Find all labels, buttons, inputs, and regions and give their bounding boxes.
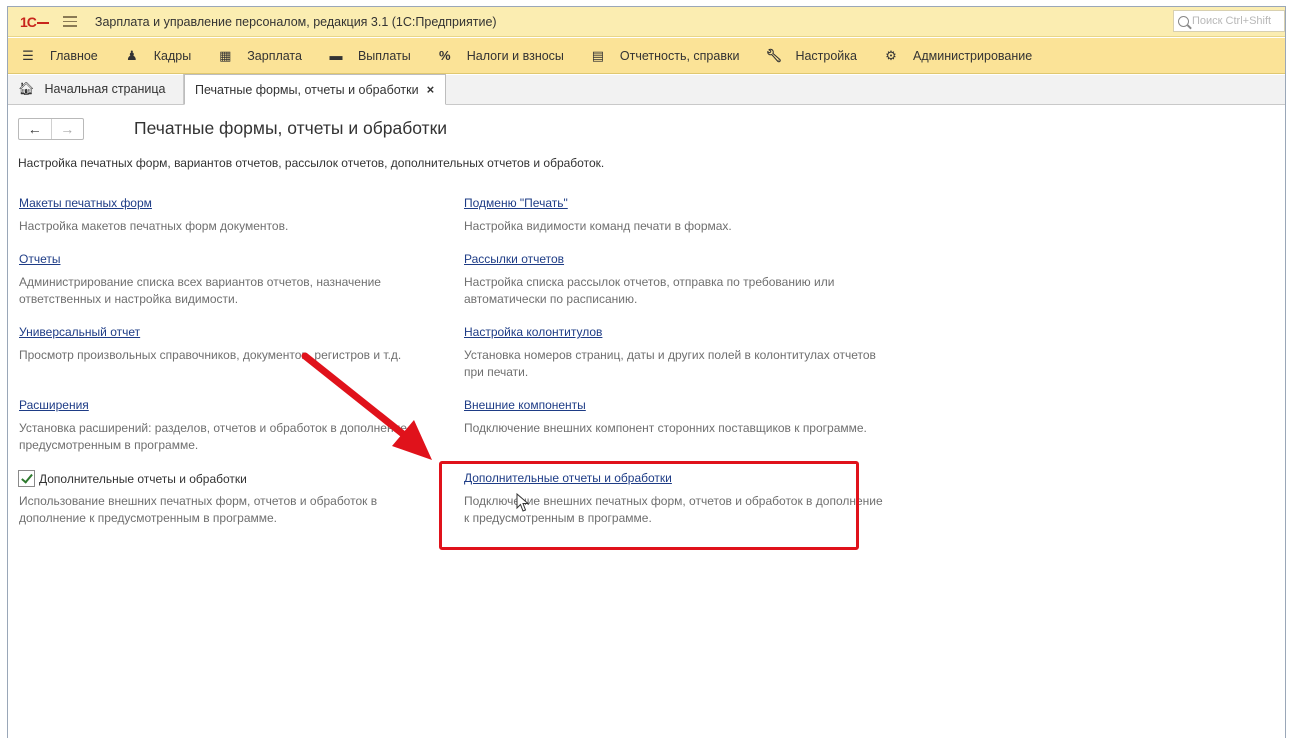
menu-item-label: Зарплата (247, 48, 302, 63)
menu-item-personnel[interactable]: ♟ Кадры (112, 38, 205, 73)
page-title: Печатные формы, отчеты и обработки (134, 118, 448, 138)
forward-arrow-icon[interactable]: → (50, 119, 84, 139)
additional-reports-checkbox[interactable] (18, 470, 35, 487)
tab-print-forms-label: Печатные формы, отчеты и обработки (195, 82, 419, 97)
cash-icon: ▬ (329, 48, 343, 63)
desc-print-templates: Настройка макетов печатных форм документ… (19, 219, 289, 233)
menu-lines-icon: ☰ (22, 47, 34, 63)
menu-item-settings[interactable]: 🔧︎ Настройка (753, 38, 871, 73)
desc-universal-report: Просмотр произвольных справочников, доку… (19, 348, 402, 362)
link-universal-report[interactable]: Универсальный отчет (19, 325, 140, 339)
people-icon: ♟ (125, 47, 138, 63)
tab-home-label: Начальная страница (44, 82, 166, 96)
desc-reports: Администрирование списка всех вариантов … (19, 275, 381, 306)
section-menu: ☰ Главное ♟ Кадры ▦ Зарплата ▬ Выплаты %… (8, 38, 1285, 74)
menu-item-salary[interactable]: ▦ Зарплата (205, 38, 316, 73)
history-nav: ← → (18, 118, 84, 140)
menu-item-label: Отчетность, справки (619, 48, 740, 63)
menu-item-label: Настройка (795, 48, 857, 63)
search-icon (1178, 15, 1189, 27)
search-input[interactable]: Поиск Ctrl+Shift (1173, 10, 1285, 32)
additional-reports-toggle[interactable]: Дополнительные отчеты и обработки (18, 470, 247, 487)
menu-item-taxes[interactable]: % Налоги и взносы (425, 38, 578, 73)
link-report-mailings[interactable]: Рассылки отчетов (464, 252, 564, 266)
mouse-cursor-icon (516, 493, 530, 512)
search-placeholder: Поиск Ctrl+Shift (1192, 15, 1272, 27)
document-icon: ▤ (591, 47, 605, 63)
additional-reports-checkbox-label: Дополнительные отчеты и обработки (39, 471, 247, 486)
menu-item-payments[interactable]: ▬ Выплаты (316, 38, 425, 73)
desc-external-components: Подключение внешних компонент сторонних … (464, 421, 867, 435)
menu-item-administration[interactable]: ⚙ Администрирование (871, 38, 1046, 73)
gear-icon: ⚙ (885, 47, 897, 63)
link-extensions[interactable]: Расширения (19, 398, 89, 412)
wrench-icon: 🔧︎ (765, 47, 782, 63)
menu-item-label: Выплаты (357, 48, 411, 63)
menu-item-label: Налоги и взносы (466, 48, 564, 63)
menu-item-main[interactable]: ☰ Главное (8, 38, 112, 73)
link-print-submenu[interactable]: Подменю "Печать" (464, 196, 568, 210)
desc-print-submenu: Настройка видимости команд печати в форм… (464, 219, 732, 233)
link-reports[interactable]: Отчеты (19, 252, 60, 266)
link-external-components[interactable]: Внешние компоненты (464, 398, 586, 412)
back-arrow-icon[interactable]: ← (19, 119, 51, 139)
tab-print-forms[interactable]: Печатные формы, отчеты и обработки × (184, 74, 446, 105)
desc-headers-footers: Установка номеров страниц, даты и других… (464, 348, 876, 379)
highlight-box (439, 461, 859, 550)
menu-item-label: Администрирование (912, 48, 1033, 63)
link-headers-footers[interactable]: Настройка колонтитулов (464, 325, 602, 339)
page-description: Настройка печатных форм, вариантов отчет… (18, 156, 605, 170)
menu-item-label: Кадры (153, 48, 192, 63)
home-icon: 🏠︎ (18, 81, 35, 96)
menu-item-reporting[interactable]: ▤ Отчетность, справки (578, 38, 754, 73)
tab-bar: 🏠︎ Начальная страница Печатные формы, от… (8, 74, 1285, 105)
main-menu-icon[interactable] (62, 16, 77, 27)
close-icon[interactable]: × (427, 82, 435, 97)
app-logo: 1С (20, 14, 49, 30)
desc-additional-reports-usage: Использование внешних печатных форм, отч… (19, 494, 378, 525)
link-print-templates[interactable]: Макеты печатных форм (19, 196, 152, 210)
window-title: Зарплата и управление персоналом, редакц… (94, 14, 497, 29)
desc-report-mailings: Настройка списка рассылок отчетов, отпра… (464, 275, 835, 306)
calculator-icon: ▦ (219, 47, 232, 63)
title-bar: 1С Зарплата и управление персоналом, ред… (8, 7, 1285, 37)
percent-icon: % (438, 48, 451, 63)
tab-home[interactable]: 🏠︎ Начальная страница (8, 74, 184, 104)
menu-item-label: Главное (50, 48, 98, 63)
desc-extensions: Установка расширений: разделов, отчетов … (19, 421, 416, 452)
